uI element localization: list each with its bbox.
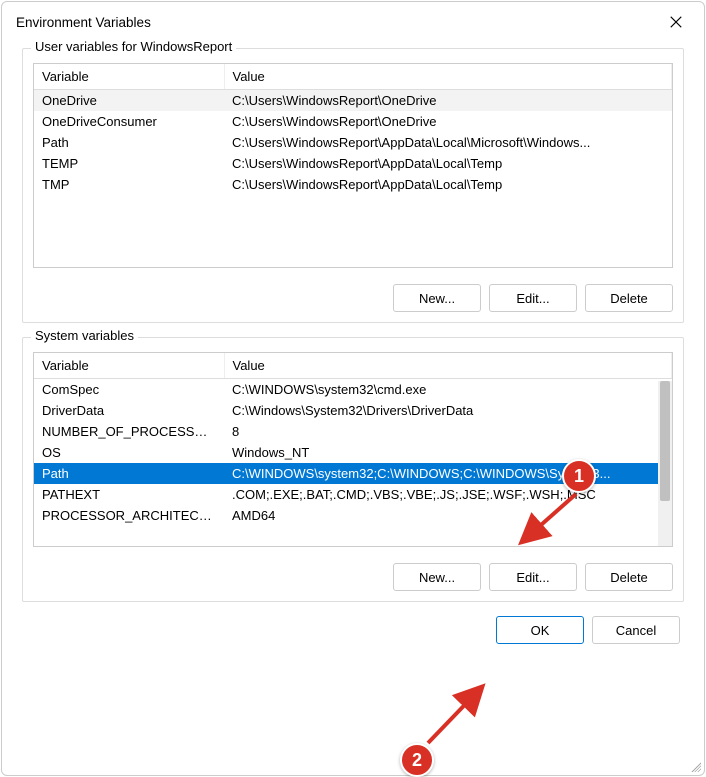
cell-value: C:\Users\WindowsReport\AppData\Local\Mic…: [224, 132, 672, 153]
cell-variable: OS: [34, 442, 224, 463]
annotation-badge-1: 1: [562, 459, 596, 493]
cell-value: Windows_NT: [224, 442, 672, 463]
cell-value: C:\Windows\System32\Drivers\DriverData: [224, 400, 672, 421]
table-row[interactable]: NUMBER_OF_PROCESSORS8: [34, 421, 672, 442]
scrollbar[interactable]: [658, 381, 672, 546]
cell-value: C:\Users\WindowsReport\AppData\Local\Tem…: [224, 174, 672, 195]
cell-value: C:\Users\WindowsReport\OneDrive: [224, 111, 672, 132]
cell-variable: Path: [34, 463, 224, 484]
dialog-content: User variables for WindowsReport Variabl…: [2, 40, 704, 775]
annotation-badge-2: 2: [400, 743, 434, 777]
column-header-value[interactable]: Value: [224, 64, 672, 90]
user-variables-table[interactable]: Variable Value OneDriveC:\Users\WindowsR…: [33, 63, 673, 268]
cell-variable: OneDrive: [34, 90, 224, 112]
user-delete-button[interactable]: Delete: [585, 284, 673, 312]
system-delete-button[interactable]: Delete: [585, 563, 673, 591]
cell-variable: PROCESSOR_ARCHITECTU...: [34, 505, 224, 526]
cell-variable: TEMP: [34, 153, 224, 174]
ok-button[interactable]: OK: [496, 616, 584, 644]
user-variables-group: User variables for WindowsReport Variabl…: [22, 48, 684, 323]
user-edit-button[interactable]: Edit...: [489, 284, 577, 312]
cell-value: C:\WINDOWS\system32\cmd.exe: [224, 379, 672, 401]
cell-value: C:\Users\WindowsReport\AppData\Local\Tem…: [224, 153, 672, 174]
close-icon: [669, 15, 683, 29]
column-header-variable[interactable]: Variable: [34, 353, 224, 379]
table-row[interactable]: TEMPC:\Users\WindowsReport\AppData\Local…: [34, 153, 672, 174]
cell-variable: OneDriveConsumer: [34, 111, 224, 132]
system-new-button[interactable]: New...: [393, 563, 481, 591]
titlebar: Environment Variables: [2, 2, 704, 40]
table-row[interactable]: OneDriveC:\Users\WindowsReport\OneDrive: [34, 90, 672, 112]
dialog-button-row: OK Cancel: [22, 616, 684, 646]
user-button-row: New... Edit... Delete: [33, 284, 673, 312]
table-row[interactable]: TMPC:\Users\WindowsReport\AppData\Local\…: [34, 174, 672, 195]
cell-variable: Path: [34, 132, 224, 153]
cell-variable: DriverData: [34, 400, 224, 421]
column-header-variable[interactable]: Variable: [34, 64, 224, 90]
cell-value: AMD64: [224, 505, 672, 526]
resize-grip-icon[interactable]: [689, 760, 701, 772]
cell-variable: NUMBER_OF_PROCESSORS: [34, 421, 224, 442]
system-edit-button[interactable]: Edit...: [489, 563, 577, 591]
table-row[interactable]: ComSpecC:\WINDOWS\system32\cmd.exe: [34, 379, 672, 401]
cell-variable: ComSpec: [34, 379, 224, 401]
environment-variables-dialog: Environment Variables User variables for…: [1, 1, 705, 776]
annotation-arrow-2: [422, 681, 492, 751]
table-row[interactable]: OneDriveConsumerC:\Users\WindowsReport\O…: [34, 111, 672, 132]
close-button[interactable]: [660, 10, 692, 34]
cell-variable: PATHEXT: [34, 484, 224, 505]
cell-value: C:\Users\WindowsReport\OneDrive: [224, 90, 672, 112]
cell-value: .COM;.EXE;.BAT;.CMD;.VBS;.VBE;.JS;.JSE;.…: [224, 484, 672, 505]
cell-variable: TMP: [34, 174, 224, 195]
annotation-arrow-1: [514, 488, 586, 548]
window-title: Environment Variables: [16, 15, 151, 30]
table-row[interactable]: PathC:\Users\WindowsReport\AppData\Local…: [34, 132, 672, 153]
scrollbar-thumb[interactable]: [660, 381, 670, 501]
cancel-button[interactable]: Cancel: [592, 616, 680, 644]
cell-value: 8: [224, 421, 672, 442]
system-group-label: System variables: [31, 328, 138, 343]
table-row[interactable]: DriverDataC:\Windows\System32\Drivers\Dr…: [34, 400, 672, 421]
user-group-label: User variables for WindowsReport: [31, 39, 236, 54]
user-new-button[interactable]: New...: [393, 284, 481, 312]
system-button-row: New... Edit... Delete: [33, 563, 673, 591]
column-header-value[interactable]: Value: [224, 353, 672, 379]
cell-value: C:\WINDOWS\system32;C:\WINDOWS;C:\WINDOW…: [224, 463, 672, 484]
